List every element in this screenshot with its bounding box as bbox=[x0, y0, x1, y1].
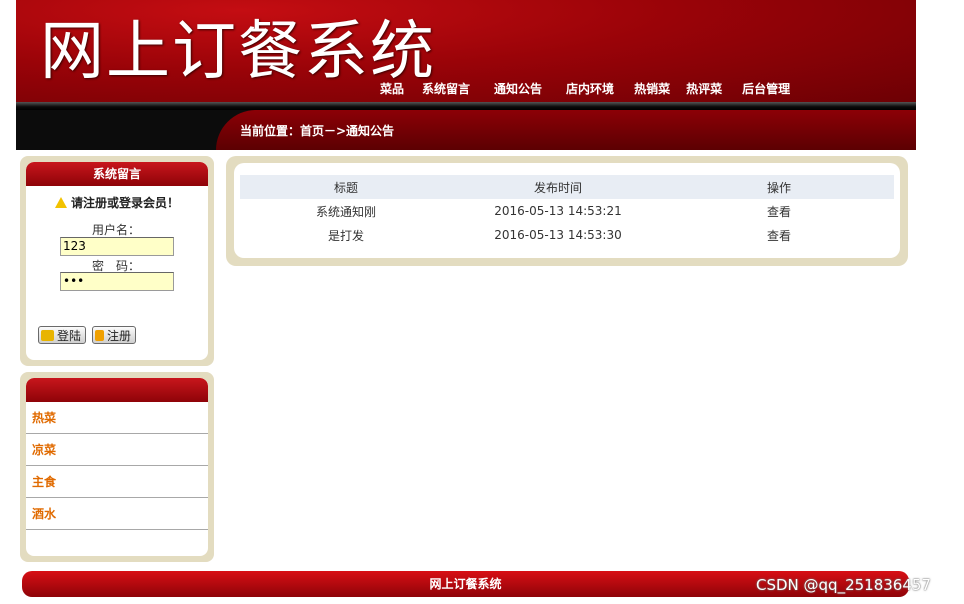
username-label: 用户名： bbox=[92, 223, 141, 237]
nav-environment[interactable]: 店内环境 bbox=[566, 80, 614, 100]
table-row: 系统通知刚 2016-05-13 14:53:21 查看 bbox=[240, 199, 894, 223]
nav-messages[interactable]: 系统留言 bbox=[422, 80, 470, 100]
column-title: 标题 bbox=[333, 180, 358, 195]
table-row: 是打发 2016-05-13 14:53:30 查看 bbox=[240, 223, 894, 247]
category-panel: 热菜 凉菜 主食 酒水 bbox=[20, 372, 214, 562]
view-link[interactable]: 查看 bbox=[664, 223, 894, 247]
category-staple-food[interactable]: 主食 bbox=[26, 466, 208, 498]
login-button-label: 登陆 bbox=[57, 328, 82, 343]
warning-icon bbox=[54, 197, 67, 208]
login-panel-title: 系统留言 bbox=[26, 162, 208, 186]
nav-top-rated[interactable]: 热评菜 bbox=[686, 80, 722, 100]
key-icon bbox=[41, 329, 54, 341]
notice-table-header: 标题 发布时间 操作 bbox=[240, 175, 894, 199]
notice-title: 是打发 bbox=[327, 228, 364, 243]
nav-admin[interactable]: 后台管理 bbox=[742, 80, 790, 100]
notice-time: 2016-05-13 14:53:21 bbox=[494, 204, 622, 218]
notice-table: 标题 发布时间 操作 系统通知刚 2016-05-13 14:53:21 查看 … bbox=[240, 175, 894, 247]
login-prompt-text: 请注册或登录会员！ bbox=[70, 196, 179, 210]
nav-hot-sales[interactable]: 热销菜 bbox=[634, 80, 670, 100]
category-drinks[interactable]: 酒水 bbox=[26, 498, 208, 530]
login-prompt: 请注册或登录会员！ bbox=[26, 194, 208, 211]
username-input[interactable]: 123 bbox=[60, 237, 174, 256]
category-cold-dishes[interactable]: 凉菜 bbox=[26, 434, 208, 466]
header-banner: 网上订餐系统 菜品 系统留言 通知公告 店内环境 热销菜 热评菜 后台管理 bbox=[16, 0, 916, 104]
nav-notices[interactable]: 通知公告 bbox=[494, 80, 542, 100]
category-hot-dishes[interactable]: 热菜 bbox=[26, 402, 208, 434]
user-icon bbox=[95, 329, 104, 341]
notice-time: 2016-05-13 14:53:30 bbox=[494, 228, 622, 242]
header-separator bbox=[16, 102, 916, 110]
notice-title: 系统通知刚 bbox=[315, 204, 376, 219]
column-action: 操作 bbox=[766, 180, 791, 195]
login-button[interactable]: 登陆 bbox=[38, 326, 87, 344]
register-button[interactable]: 注册 bbox=[92, 326, 137, 344]
breadcrumb-bar: 当前位置：首页－>通知公告 bbox=[16, 110, 916, 150]
breadcrumb: 当前位置：首页－>通知公告 bbox=[240, 124, 395, 138]
nav-dishes[interactable]: 菜品 bbox=[380, 80, 404, 100]
site-title: 网上订餐系统 bbox=[40, 15, 436, 89]
password-input[interactable]: ••• bbox=[60, 272, 174, 291]
view-link[interactable]: 查看 bbox=[664, 199, 894, 223]
register-button-label: 注册 bbox=[107, 328, 132, 343]
category-panel-title bbox=[26, 378, 208, 402]
column-publish-time: 发布时间 bbox=[533, 180, 582, 195]
top-navigation: 菜品 系统留言 通知公告 店内环境 热销菜 热评菜 后台管理 bbox=[380, 80, 814, 100]
login-panel: 系统留言 请注册或登录会员！ 用户名： 123 密 码： ••• 登陆 注册 bbox=[20, 156, 214, 366]
watermark: CSDN @qq_251836457 bbox=[756, 576, 931, 594]
notice-panel: 标题 发布时间 操作 系统通知刚 2016-05-13 14:53:21 查看 … bbox=[226, 156, 908, 266]
